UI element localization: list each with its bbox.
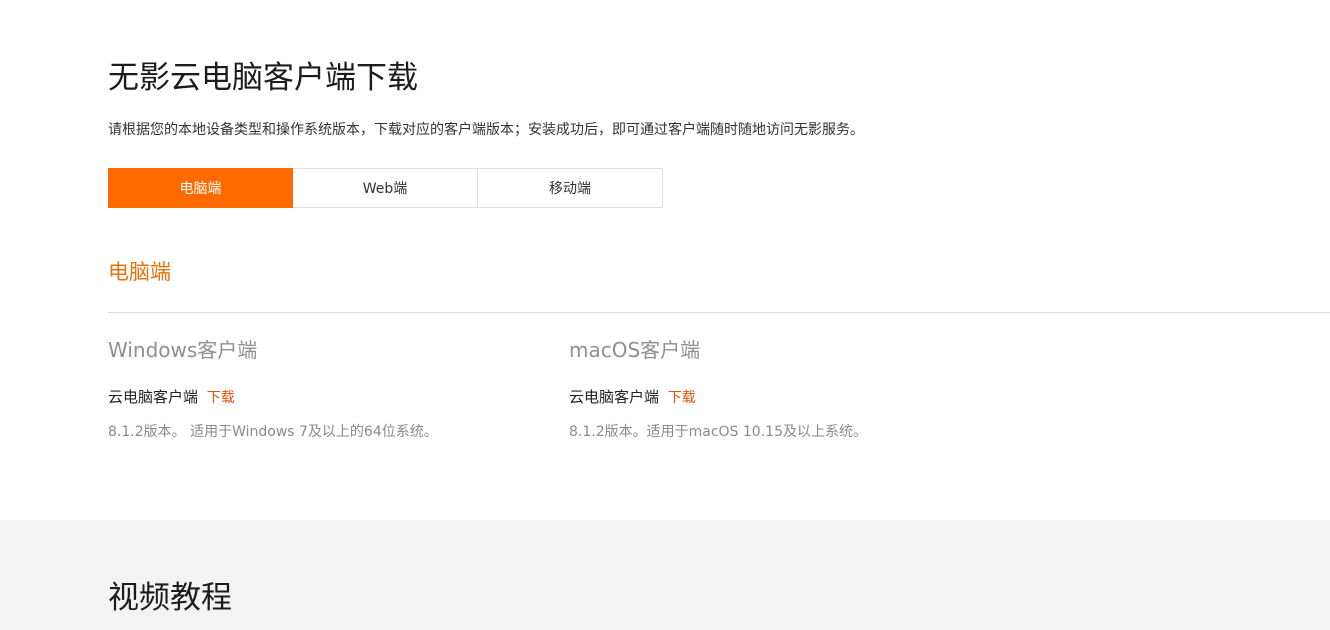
mac-client-row: 云电脑客户端 下载	[569, 386, 989, 409]
windows-client-note: 8.1.2版本。 适用于Windows 7及以上的64位系统。	[108, 424, 438, 440]
tab-desktop[interactable]: 电脑端	[108, 168, 293, 208]
tab-mobile[interactable]: 移动端	[478, 168, 663, 208]
mac-client-title: macOS客户端	[569, 338, 701, 362]
windows-client-title: Windows客户端	[108, 338, 258, 362]
platform-tabs: 电脑端 Web端 移动端	[108, 168, 663, 208]
section-divider	[108, 312, 1330, 313]
video-tutorial-title: 视频教程	[108, 580, 232, 616]
windows-client-card: Windows客户端 云电脑客户端 下载 8.1.2版本。 适用于Windows…	[108, 336, 528, 443]
windows-client-name: 云电脑客户端	[108, 388, 199, 406]
page: 无影云电脑客户端下载 请根据您的本地设备类型和操作系统版本，下载对应的客户端版本…	[0, 0, 1330, 630]
mac-download-link[interactable]: 下载	[668, 390, 696, 406]
section-heading: 电脑端	[108, 260, 171, 284]
page-title: 无影云电脑客户端下载	[108, 60, 418, 96]
mac-client-name: 云电脑客户端	[569, 388, 660, 406]
mac-client-card: macOS客户端 云电脑客户端 下载 8.1.2版本。适用于macOS 10.1…	[569, 336, 989, 443]
mac-client-note: 8.1.2版本。适用于macOS 10.15及以上系统。	[569, 424, 867, 440]
tab-web[interactable]: Web端	[293, 168, 478, 208]
video-tutorial-section: 视频教程	[0, 520, 1330, 630]
page-description: 请根据您的本地设备类型和操作系统版本，下载对应的客户端版本；安装成功后，即可通过…	[108, 122, 864, 138]
download-section: 无影云电脑客户端下载 请根据您的本地设备类型和操作系统版本，下载对应的客户端版本…	[0, 0, 1330, 520]
windows-client-row: 云电脑客户端 下载	[108, 386, 528, 409]
windows-download-link[interactable]: 下载	[207, 390, 235, 406]
